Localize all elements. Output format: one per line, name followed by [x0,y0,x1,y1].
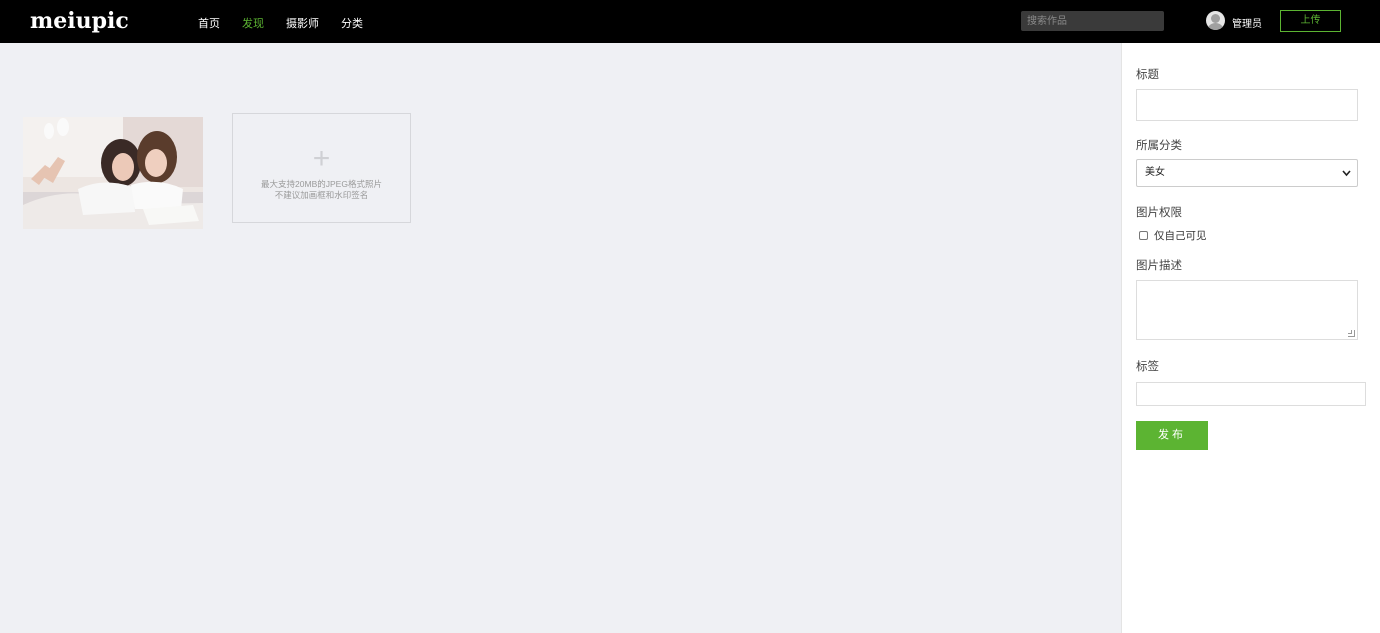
nav-item-photographers[interactable]: 摄影师 [286,15,319,31]
search-input[interactable] [1021,11,1164,31]
user-avatar-icon[interactable] [1206,11,1225,30]
upload-button[interactable]: 上传 [1280,10,1341,32]
tags-label: 标签 [1136,361,1159,373]
upload-hint-line-1: 最大支持20MB的JPEG格式照片 [261,179,382,189]
tags-input[interactable] [1136,382,1366,406]
nav-item-home[interactable]: 首页 [198,15,220,31]
photo-details-panel: 标题 所属分类 美女 图片权限 仅自己可见 图片描述 标签 发布 [1121,43,1380,633]
site-logo[interactable]: meiupic [30,8,129,34]
upload-hint-line-2: 不建议加画框和水印签名 [274,190,369,200]
main-nav: 首页 发现 摄影师 分类 [198,15,385,31]
username-link[interactable]: 管理员 [1232,15,1262,30]
nav-item-categories[interactable]: 分类 [341,15,363,31]
category-select[interactable]: 美女 [1136,159,1358,187]
title-input[interactable] [1136,89,1358,121]
uploaded-photo-thumbnail[interactable] [23,117,203,229]
category-selected-value: 美女 [1145,167,1165,178]
private-checkbox[interactable] [1139,231,1148,240]
permission-label: 图片权限 [1136,207,1182,219]
private-checkbox-label[interactable]: 仅自己可见 [1154,228,1207,243]
title-label: 标题 [1136,69,1159,81]
top-navbar: meiupic 首页 发现 摄影师 分类 管理员 上传 [0,0,1380,43]
description-label: 图片描述 [1136,260,1182,272]
photo-image [23,117,203,229]
resize-grip-icon[interactable] [1348,330,1355,337]
category-label: 所属分类 [1136,140,1182,152]
private-option: 仅自己可见 [1139,228,1207,243]
add-photo-dropzone[interactable]: + 最大支持20MB的JPEG格式照片 不建议加画框和水印签名 [232,113,411,223]
chevron-down-icon [1342,160,1351,197]
plus-icon: + [312,142,331,175]
description-textarea[interactable] [1136,280,1358,340]
nav-item-discover[interactable]: 发现 [242,15,264,31]
upload-hint: 最大支持20MB的JPEG格式照片 不建议加画框和水印签名 [233,179,410,201]
publish-button[interactable]: 发布 [1136,421,1208,450]
